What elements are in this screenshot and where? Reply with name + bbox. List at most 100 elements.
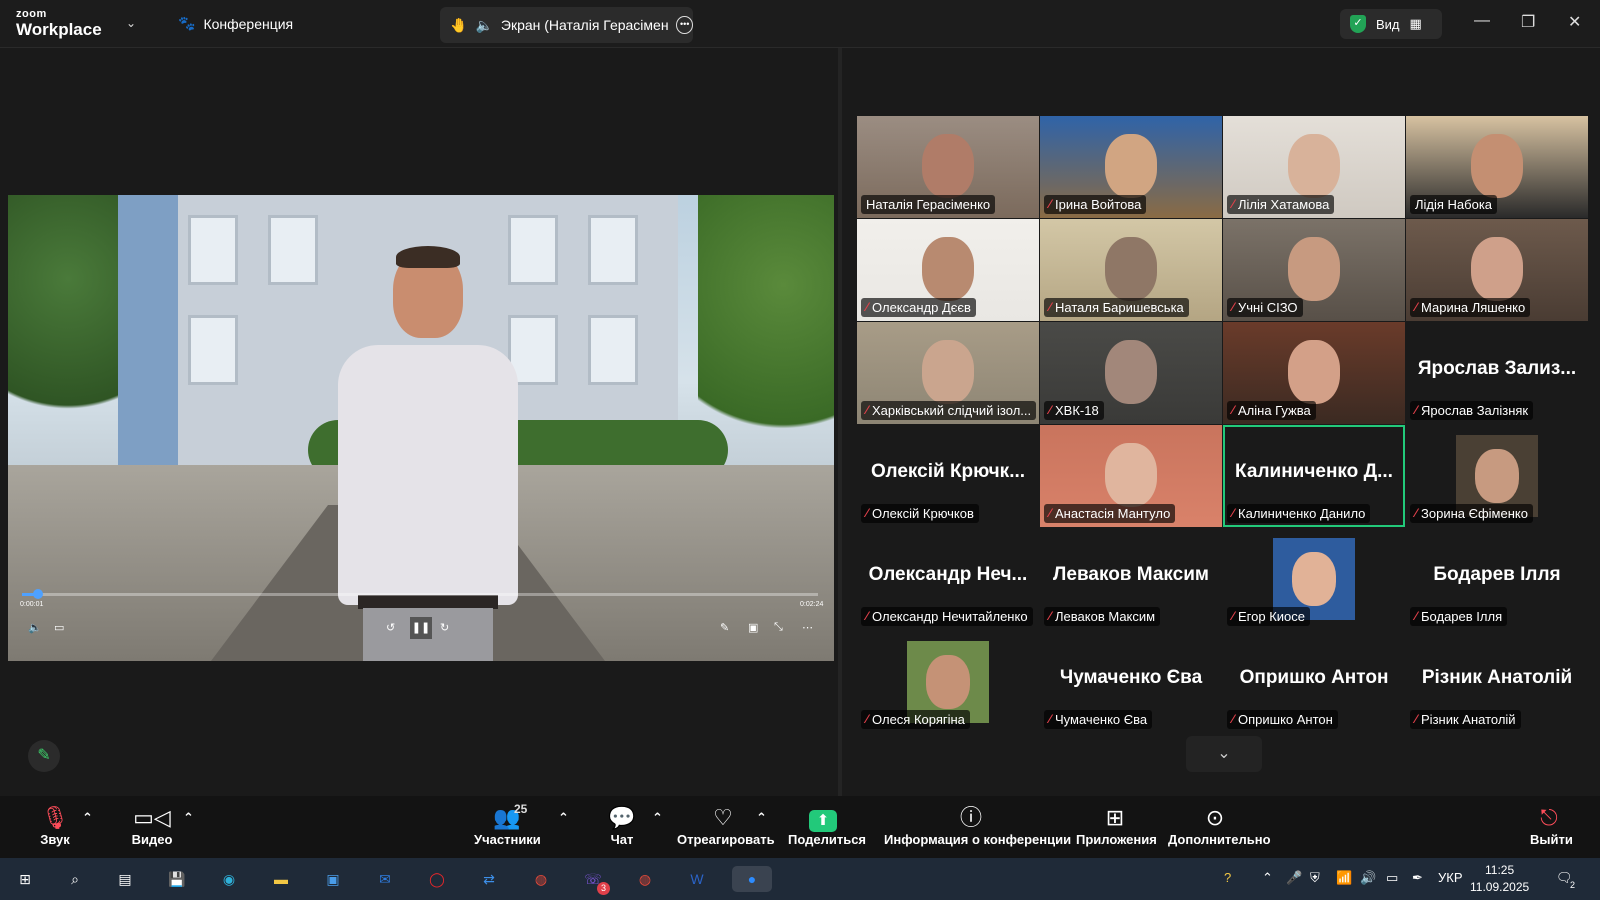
participant-name-label: ⁄ Ярослав Залізняк xyxy=(1410,401,1534,420)
progress-handle[interactable] xyxy=(32,589,43,599)
word-icon[interactable]: W xyxy=(684,866,710,892)
more-icon: ⊙ xyxy=(1205,805,1225,830)
save-app-icon[interactable]: 💾 xyxy=(164,866,190,892)
more-options-icon[interactable]: ••• xyxy=(676,16,693,34)
teamviewer-icon[interactable]: ⇄ xyxy=(476,866,502,892)
zoom-logo[interactable]: zoom Workplace xyxy=(16,9,102,39)
participant-tile[interactable]: ⁄ Марина Ляшенко xyxy=(1406,219,1588,321)
captions-icon[interactable]: ▭ xyxy=(54,621,64,634)
screen-share-tab[interactable]: 🤚 🔈 Экран (Наталія Герасіменко) ••• xyxy=(440,7,693,43)
participant-tile[interactable]: ⁄ Аліна Гужва xyxy=(1223,322,1405,424)
participant-tile[interactable]: ⁄ Учні СІЗО xyxy=(1223,219,1405,321)
opera-icon[interactable]: ◯ xyxy=(424,866,450,892)
chrome-profile-icon[interactable]: ◍ xyxy=(632,866,658,892)
participant-tile[interactable]: Леваков Максим ⁄ Леваков Максим xyxy=(1040,528,1222,630)
participant-tile[interactable]: Олексій Крючк... ⁄ Олексій Крючков xyxy=(857,425,1039,527)
chrome-icon[interactable]: ◍ xyxy=(528,866,554,892)
participant-tile[interactable]: Олександр Неч... ⁄ Олександр Нечитайленко xyxy=(857,528,1039,630)
search-icon[interactable]: ⌕ xyxy=(62,866,88,892)
participant-name-label: ⁄ Олександр Нечитайленко xyxy=(861,607,1033,626)
volume-tray-icon[interactable]: 🔊 xyxy=(1360,870,1376,886)
chat-options-caret[interactable]: ⌃ xyxy=(652,810,663,826)
participant-name-label: ⁄ Анастасія Мантуло xyxy=(1044,504,1176,523)
participant-name-label: ⁄ Чумаченко Єва xyxy=(1044,710,1153,729)
participant-tile[interactable]: Різник Анатолій ⁄ Різник Анатолій xyxy=(1406,631,1588,733)
mic-muted-icon: ⁄ xyxy=(866,300,869,314)
help-icon[interactable]: ? xyxy=(1224,870,1231,885)
wifi-icon[interactable]: 📶 xyxy=(1336,870,1352,886)
participants-options-caret[interactable]: ⌃ xyxy=(558,810,569,826)
leave-button[interactable]: ⎋ Выйти xyxy=(1530,804,1573,847)
chevron-down-icon[interactable]: ⌄ xyxy=(126,16,136,30)
participant-face xyxy=(1105,443,1157,507)
apps-icon: ⊞ xyxy=(1105,805,1125,830)
participant-name: Наталя Баришевська xyxy=(1055,300,1184,315)
participant-tile[interactable]: ⁄ Лілія Хатамова xyxy=(1223,116,1405,218)
store-icon[interactable]: ▣ xyxy=(320,866,346,892)
speaker-icon: 🔈 xyxy=(475,16,493,33)
conference-tab[interactable]: 🐾 Конференция xyxy=(178,15,293,32)
volume-icon[interactable]: 🔈 xyxy=(28,621,42,634)
forward-icon[interactable]: ↻ xyxy=(440,621,449,634)
participant-tile[interactable]: Наталія Герасіменко xyxy=(857,116,1039,218)
participant-tile[interactable]: Бодарев Ілля ⁄ Бодарев Ілля xyxy=(1406,528,1588,630)
participant-tile[interactable]: ⁄ Олександр Дєєв xyxy=(857,219,1039,321)
video-progress-bar[interactable] xyxy=(22,589,818,599)
participant-name-label: ⁄ Калиниченко Данило xyxy=(1227,504,1371,523)
participant-tile[interactable]: ⁄ Анастасія Мантуло xyxy=(1040,425,1222,527)
participant-tile[interactable]: ⁄ Харківський слідчий ізол... xyxy=(857,322,1039,424)
participant-tile[interactable]: ⁄ Олеся Корягіна xyxy=(857,631,1039,733)
file-explorer-icon[interactable]: ▬ xyxy=(268,866,294,892)
view-button[interactable]: ✓ Вид ▦ xyxy=(1340,9,1442,39)
video-options-caret[interactable]: ⌃ xyxy=(183,810,194,826)
exit-fullscreen-icon[interactable]: ⤡ xyxy=(774,621,783,634)
participant-name-label: ⁄ Олексій Крючков xyxy=(861,504,979,523)
more-button[interactable]: ⊙ Дополнительно xyxy=(1168,804,1271,847)
participant-tile[interactable]: Опришко Антон ⁄ Опришко Антон xyxy=(1223,631,1405,733)
defender-icon[interactable]: ⛨ xyxy=(1310,870,1320,886)
edit-icon[interactable]: ✎ xyxy=(720,621,729,634)
battery-icon[interactable]: ▭ xyxy=(1386,870,1398,886)
microphone-icon[interactable]: 🎤 xyxy=(1286,870,1302,886)
windows-start-icon[interactable]: ⊞ xyxy=(12,866,38,892)
zoom-taskbar-icon[interactable]: ● xyxy=(732,866,772,892)
pen-icon[interactable]: ✒ xyxy=(1412,870,1423,886)
language-indicator[interactable]: УКР xyxy=(1438,870,1463,885)
participant-tile[interactable]: ⁄ Зорина Єфіменко xyxy=(1406,425,1588,527)
mic-muted-icon: ⁄ xyxy=(866,609,869,623)
outlook-icon[interactable]: ✉ xyxy=(372,866,398,892)
participant-tile[interactable]: Лідія Набока xyxy=(1406,116,1588,218)
video-button[interactable]: ▭◁ Видео xyxy=(130,804,174,847)
share-button[interactable]: ⬆ Поделиться xyxy=(788,804,866,847)
close-icon[interactable]: ✕ xyxy=(1568,12,1581,32)
participant-tile[interactable]: ⁄ Ірина Войтова xyxy=(1040,116,1222,218)
audio-options-caret[interactable]: ⌃ xyxy=(82,810,93,826)
tray-chevron-icon[interactable]: ⌃ xyxy=(1262,870,1273,886)
minimize-icon[interactable]: — xyxy=(1474,12,1490,30)
participant-tile[interactable]: ⁄ ХВК-18 xyxy=(1040,322,1222,424)
participant-tile[interactable]: Чумаченко Єва ⁄ Чумаченко Єва xyxy=(1040,631,1222,733)
participant-tile[interactable]: ⁄ Егор Киосе xyxy=(1223,528,1405,630)
meeting-info-button[interactable]: ⓘ Информация о конференции xyxy=(884,804,1071,847)
rewind-icon[interactable]: ↺ xyxy=(386,621,395,634)
edge-icon[interactable]: ◉ xyxy=(216,866,242,892)
annotate-pencil-icon[interactable]: ✎ xyxy=(28,740,60,772)
participant-name: Чумаченко Єва xyxy=(1055,712,1148,727)
gallery-scroll-down-icon[interactable]: ⌄ xyxy=(1186,736,1262,772)
react-options-caret[interactable]: ⌃ xyxy=(756,810,767,826)
participant-tile[interactable]: Ярослав Зализ... ⁄ Ярослав Залізняк xyxy=(1406,322,1588,424)
participants-button[interactable]: 👥 25 Участники xyxy=(474,802,541,847)
pip-icon[interactable]: ▣ xyxy=(748,621,758,634)
chat-button[interactable]: 💬 Чат xyxy=(606,804,638,847)
restore-icon[interactable]: ❐ xyxy=(1521,12,1535,32)
participant-face xyxy=(1471,237,1523,301)
audio-button[interactable]: 🎙 Звук xyxy=(38,804,72,847)
pause-icon[interactable]: ❚❚ xyxy=(410,617,432,639)
apps-button[interactable]: ⊞ Приложения xyxy=(1076,804,1157,847)
task-view-icon[interactable]: ▤ xyxy=(112,866,138,892)
more-icon[interactable]: ⋯ xyxy=(802,621,813,634)
shared-video[interactable]: 0:00:01 0:02:24 🔈 ▭ ↺ ❚❚ ↻ ✎ ▣ ⤡ ⋯ xyxy=(8,195,834,661)
participant-tile[interactable]: Калиниченко Д... ⁄ Калиниченко Данило xyxy=(1223,425,1405,527)
clock[interactable]: 11:25 11.09.2025 xyxy=(1470,862,1529,896)
participant-tile[interactable]: ⁄ Наталя Баришевська xyxy=(1040,219,1222,321)
